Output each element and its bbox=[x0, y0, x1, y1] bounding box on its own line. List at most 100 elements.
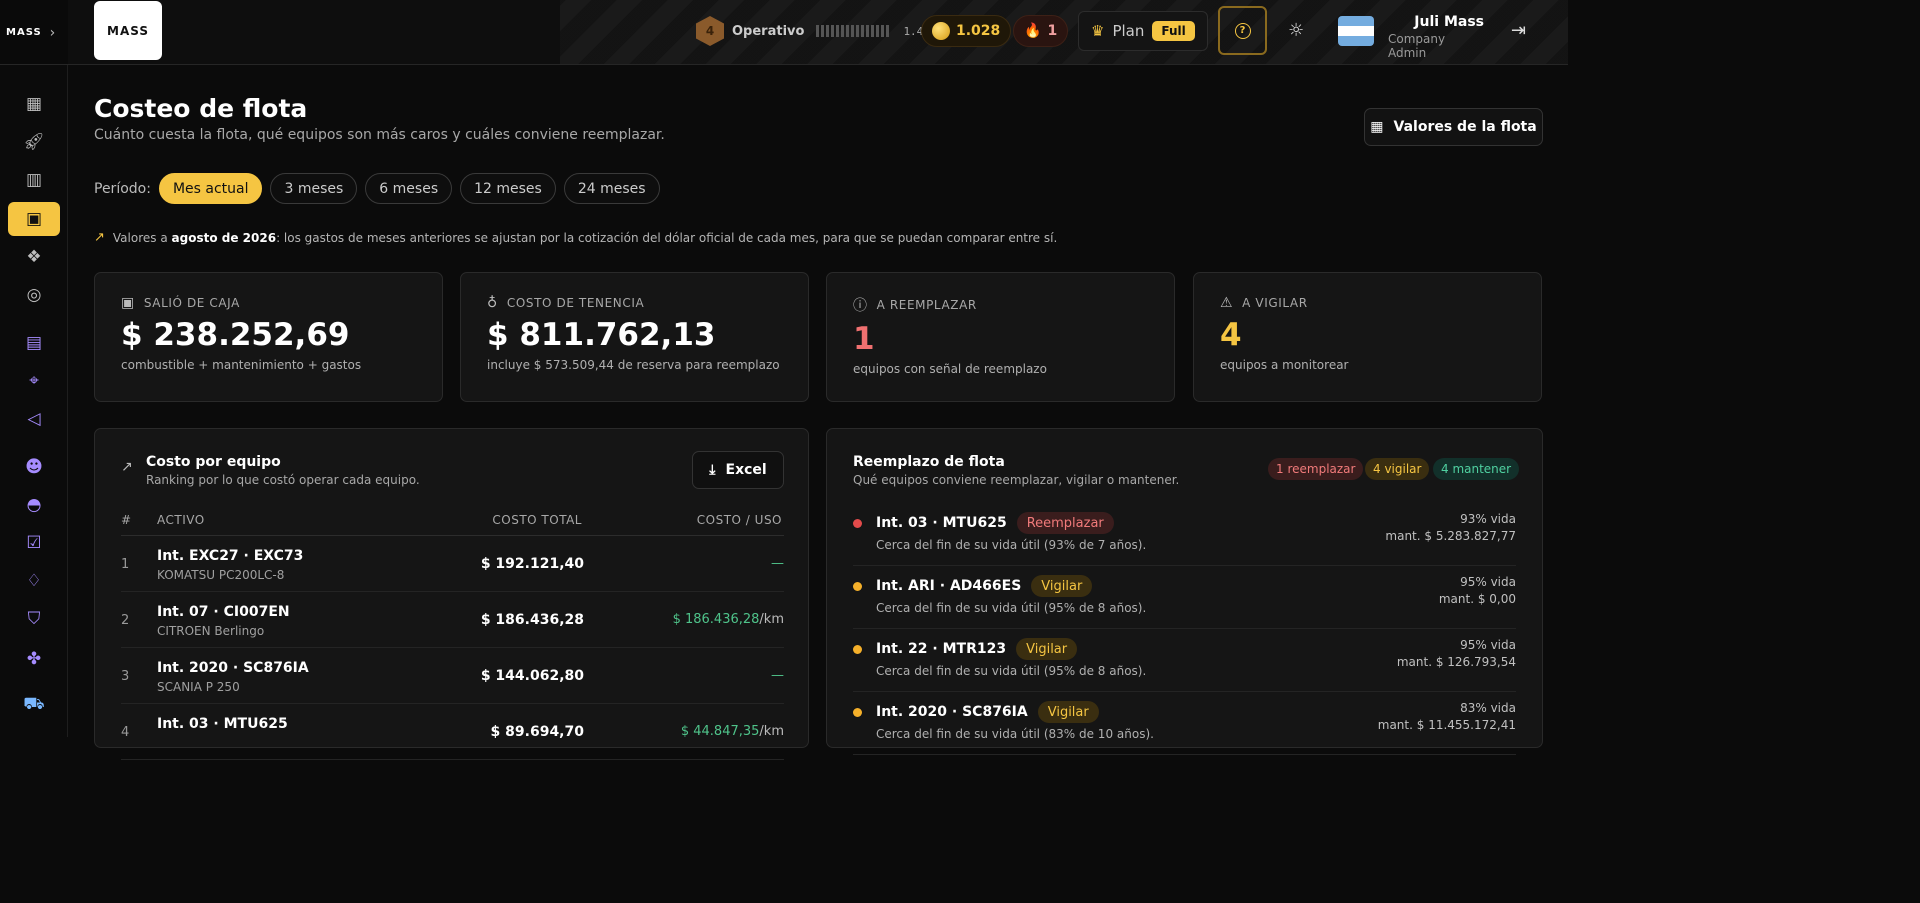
truck-icon[interactable]: ⛟ bbox=[22, 693, 46, 717]
item-name: Int. ARI · AD466ES bbox=[876, 578, 1022, 594]
fleet-values-label: Valores de la flota bbox=[1393, 119, 1537, 135]
period-chip-12-months[interactable]: 12 meses bbox=[460, 173, 556, 204]
row-use-unit: /km bbox=[759, 612, 784, 627]
item-life: 93% vida bbox=[1460, 512, 1516, 526]
download-icon: ⤓ bbox=[709, 462, 716, 478]
help-button[interactable]: ? bbox=[1218, 6, 1267, 55]
kpi-holding-cost: ♁ COSTO DE TENENCIA $ 811.762,13 incluye … bbox=[460, 272, 809, 402]
item-life: 95% vida bbox=[1460, 575, 1516, 589]
row-asset-name: Int. 07 · CI007EN bbox=[157, 604, 290, 620]
plan-button[interactable]: ♛ Plan Full bbox=[1078, 11, 1208, 51]
status-badge: Vigilar bbox=[1031, 575, 1093, 597]
status-badge: Reemplazar bbox=[1016, 512, 1114, 534]
col-header-use[interactable]: COSTO / USO bbox=[697, 513, 782, 527]
item-name: Int. 03 · MTU625 bbox=[876, 515, 1007, 531]
keep-count-badge[interactable]: 4 mantener bbox=[1433, 458, 1520, 480]
dashboard-icon[interactable]: ▦ bbox=[22, 92, 46, 116]
location-pin-icon[interactable]: ⌖ bbox=[22, 369, 46, 393]
boxes-icon[interactable]: ❖ bbox=[22, 245, 46, 269]
row-total-cost: $ 144.062,80 bbox=[480, 668, 584, 684]
list-item[interactable]: Int. ARI · AD466ES Vigilar Cerca del fin … bbox=[853, 566, 1516, 629]
table-row[interactable]: 3 Int. 2020 · SC876IA SCANIA P 250 $ 144… bbox=[121, 648, 784, 704]
droplets-icon[interactable]: ♢ bbox=[22, 569, 46, 593]
panel-subtitle: Ranking por lo que costó operar cada equ… bbox=[146, 473, 420, 487]
building-icon[interactable]: ▤ bbox=[22, 331, 46, 355]
cost-per-equipment-panel: ↗ Costo por equipo Ranking por lo que co… bbox=[94, 428, 809, 760]
row-rank: 2 bbox=[121, 613, 130, 628]
page-title: Costeo de flota bbox=[94, 94, 308, 123]
table-row[interactable]: 4 Int. 03 · MTU625 $ 89.694,70 $ 44.847,… bbox=[121, 704, 784, 760]
kpi-desc: combustible + mantenimiento + gastos bbox=[121, 358, 362, 372]
col-header-asset[interactable]: ACTIVO bbox=[157, 513, 205, 527]
list-item[interactable]: Int. 2020 · SC876IA Vigilar Cerca del fin… bbox=[853, 692, 1516, 755]
kpi-desc: incluye $ 573.509,44 de reserva para ree… bbox=[487, 358, 780, 372]
kpi-value: 1 bbox=[853, 321, 875, 357]
period-chip-current-month[interactable]: Mes actual bbox=[158, 173, 263, 204]
help-icon: ? bbox=[1234, 22, 1251, 39]
sidebar-toggle[interactable]: MASS › bbox=[0, 0, 68, 64]
period-chip-3-months[interactable]: 3 meses bbox=[270, 173, 358, 204]
row-asset-model: SCANIA P 250 bbox=[157, 680, 240, 694]
status-badge: Vigilar bbox=[1016, 638, 1078, 660]
replace-count-badge[interactable]: 1 reemplazar bbox=[1268, 458, 1364, 480]
argentina-flag-icon[interactable] bbox=[1338, 16, 1374, 46]
note-text: : los gastos de meses anteriores se ajus… bbox=[276, 230, 1058, 245]
coins-counter[interactable]: 1.028 bbox=[921, 15, 1012, 47]
users-icon[interactable]: ☻ bbox=[22, 455, 46, 479]
wallet-icon[interactable]: ▣ bbox=[8, 202, 60, 236]
table-row[interactable]: 2 Int. 07 · CI007EN CITROEN Berlingo $ 1… bbox=[121, 592, 784, 648]
streak-counter[interactable]: 🔥 1 bbox=[1013, 15, 1069, 47]
bar-chart-icon[interactable]: ▥ bbox=[22, 168, 46, 192]
values-note: ↗ Valores a agosto de 2026: los gastos d… bbox=[94, 230, 1057, 245]
kpi-value: 4 bbox=[1220, 317, 1242, 353]
excel-export-button[interactable]: ⤓ Excel bbox=[692, 451, 784, 489]
theme-toggle[interactable]: ☼ bbox=[1288, 20, 1304, 41]
row-use-value: — bbox=[771, 668, 784, 683]
period-chip-6-months[interactable]: 6 meses bbox=[365, 173, 453, 204]
packages-icon[interactable]: ✤ bbox=[22, 647, 46, 671]
row-asset-name: Int. 2020 · SC876IA bbox=[157, 660, 309, 676]
coins-icon[interactable]: ◎ bbox=[22, 283, 46, 307]
item-desc: Cerca del fin de su vida útil (93% de 7 … bbox=[876, 538, 1147, 552]
kpi-value: $ 811.762,13 bbox=[487, 317, 716, 353]
col-header-total[interactable]: COSTO TOTAL bbox=[492, 513, 582, 527]
item-name: Int. 22 · MTR123 bbox=[876, 641, 1007, 657]
kpi-cash-out: ▣ SALIÓ DE CAJA $ 238.252,69 combustible … bbox=[94, 272, 443, 402]
row-asset-model: CITROEN Berlingo bbox=[157, 624, 265, 638]
flame-icon: 🔥 bbox=[1024, 23, 1042, 39]
level-progress-bar bbox=[816, 25, 890, 37]
piggy-bank-icon: ♁ bbox=[487, 295, 498, 311]
alert-circle-icon: ⓘ bbox=[853, 298, 868, 314]
trending-up-icon: ↗ bbox=[121, 459, 133, 475]
row-cost-per-use: $ 44.847,35/km bbox=[681, 724, 784, 739]
row-rank: 1 bbox=[121, 557, 130, 572]
row-use-value: — bbox=[771, 556, 784, 571]
logout-button[interactable]: ⇥ bbox=[1511, 20, 1526, 41]
period-chip-24-months[interactable]: 24 meses bbox=[563, 173, 660, 204]
level-indicator[interactable]: 4 Operativo 1.435 bbox=[696, 16, 937, 46]
company-logo[interactable]: MASS bbox=[94, 1, 162, 60]
table-row[interactable]: 1 Int. EXC27 · EXC73 KOMATSU PC200LC-8 $… bbox=[121, 536, 784, 592]
clipboard-check-icon[interactable]: ☑ bbox=[22, 531, 46, 555]
rocket-icon[interactable]: 🚀︎ bbox=[22, 130, 46, 154]
note-prefix: Valores a bbox=[112, 230, 168, 245]
main-content: Costeo de flota Cuánto cuesta la flota, … bbox=[68, 65, 1568, 760]
sidebar: ▦ 🚀︎ ▥ ▣ ❖ ◎ ▤ ⌖ ◁ ☻ ◓ ☑ ♢ ⛉ ✤ ⛟ bbox=[0, 65, 68, 737]
list-item[interactable]: Int. 22 · MTR123 Vigilar Cerca del fin de… bbox=[853, 629, 1516, 692]
period-selector: Período: Mes actual 3 meses 6 meses 12 m… bbox=[94, 173, 660, 204]
list-item[interactable]: Int. 03 · MTU625 Reemplazar Cerca del fin… bbox=[853, 503, 1516, 566]
megaphone-icon[interactable]: ◁ bbox=[22, 407, 46, 431]
plan-label: Plan bbox=[1112, 22, 1145, 40]
panel-subtitle: Qué equipos conviene reemplazar, vigilar… bbox=[853, 473, 1180, 487]
item-name: Int. 2020 · SC876IA bbox=[876, 704, 1028, 720]
kpi-to-replace: ⓘ A REEMPLAZAR 1 equipos con señal de ree… bbox=[826, 272, 1175, 402]
item-maintenance: mant. $ 0,00 bbox=[1438, 592, 1516, 606]
watch-count-badge[interactable]: 4 vigilar bbox=[1365, 458, 1430, 480]
shield-check-icon[interactable]: ⛉ bbox=[22, 607, 46, 631]
kpi-to-watch: ⚠ A VIGILAR 4 equipos a monitorear bbox=[1193, 272, 1542, 402]
fleet-values-button[interactable]: ▦ Valores de la flota bbox=[1364, 108, 1543, 146]
level-badge: 4 bbox=[696, 16, 724, 46]
hard-hat-icon[interactable]: ◓ bbox=[22, 493, 46, 517]
user-menu[interactable]: Juli Mass Company Admin bbox=[1388, 14, 1484, 60]
row-asset-name: Int. 03 · MTU625 bbox=[157, 716, 288, 732]
